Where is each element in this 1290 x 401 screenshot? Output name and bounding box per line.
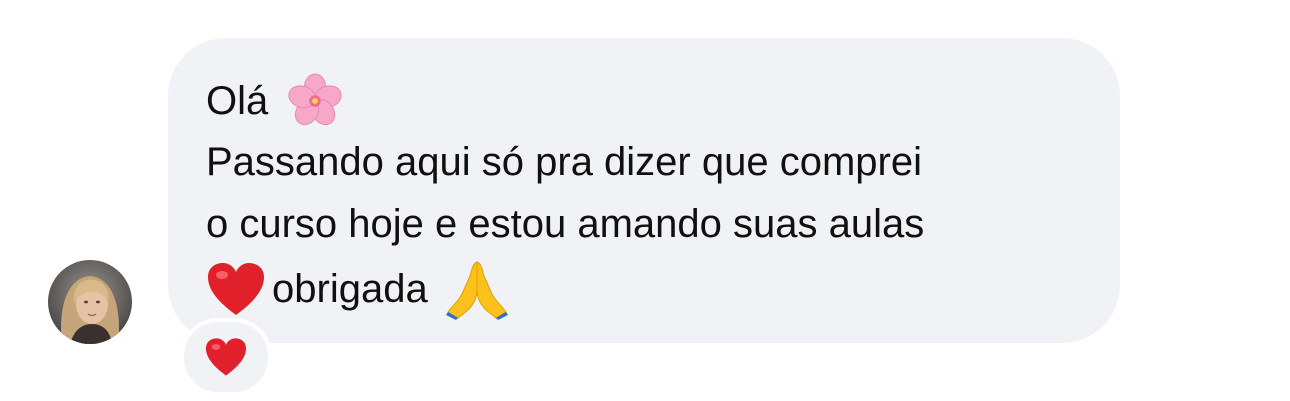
red-heart-icon	[208, 263, 264, 315]
message-text-line-2: Passando aqui só pra dizer que comprei	[206, 140, 922, 184]
message-line-4: obrigada	[206, 258, 510, 320]
reaction-badge-inner	[184, 322, 268, 392]
avatar-photo	[48, 260, 132, 344]
message-line-3: o curso hoje e estou amando suas aulas	[206, 200, 924, 248]
sender-avatar[interactable]	[48, 260, 132, 344]
greeting-text: Olá	[206, 79, 269, 123]
red-heart-icon	[206, 338, 246, 376]
cherry-blossom-icon	[288, 73, 342, 126]
message-text-line-3: o curso hoje e estou amando suas aulas	[206, 202, 925, 246]
message-line-greeting: Olá	[206, 72, 344, 130]
message-line-2: Passando aqui só pra dizer que comprei	[206, 138, 922, 186]
message-text-line-4: obrigada	[272, 267, 428, 311]
reaction-badge[interactable]	[180, 318, 272, 396]
folded-hands-icon	[445, 261, 508, 320]
